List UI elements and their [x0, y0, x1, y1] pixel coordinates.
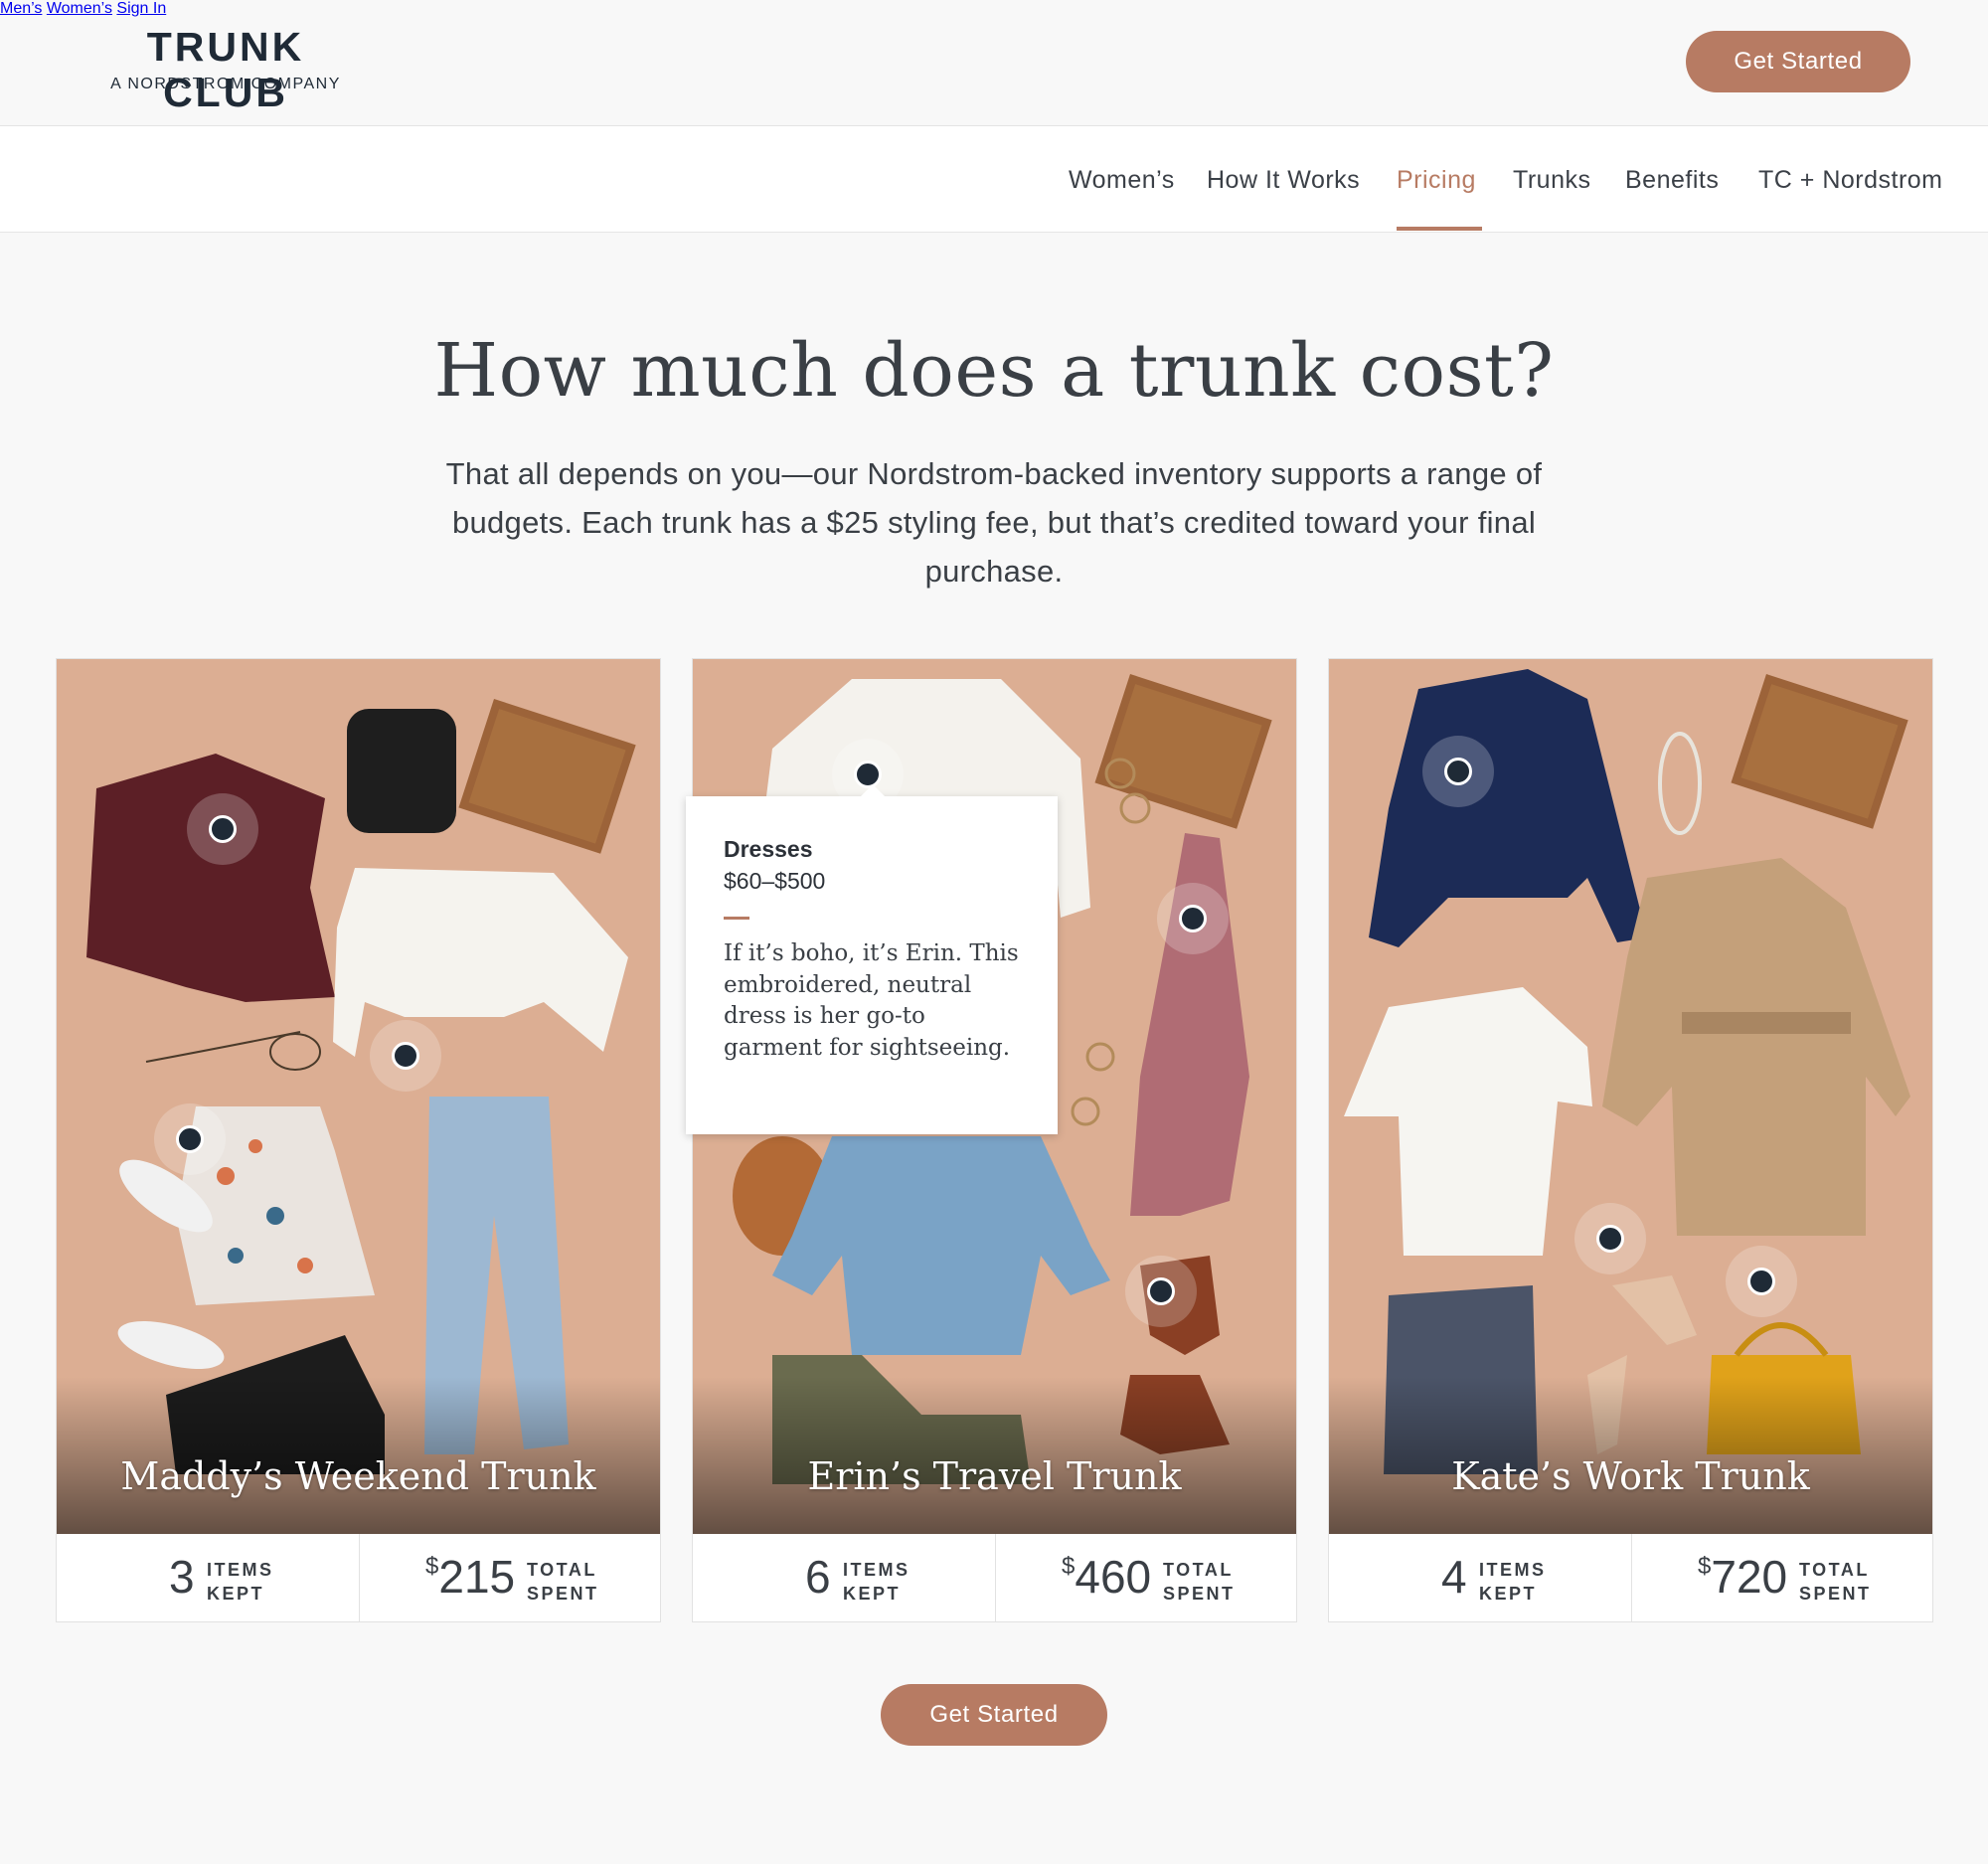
subnav-tc-nordstrom[interactable]: TC + Nordstrom — [1758, 166, 1943, 195]
total-spent-label: TOTAL SPENT — [1799, 1560, 1872, 1604]
total-spent-label: TOTAL SPENT — [527, 1560, 599, 1604]
nav-mens-link[interactable]: Men’s — [0, 0, 42, 17]
tooltip-divider — [724, 917, 749, 920]
hotspot-sneakers[interactable] — [154, 1103, 226, 1175]
tooltip-description: If it’s boho, it’s Erin. This embroidere… — [724, 940, 1019, 1061]
items-kept-stat: 4 ITEMS KEPT — [1329, 1534, 1630, 1621]
total-spent-stat: $460 TOTAL SPENT — [995, 1534, 1297, 1621]
tooltip-arrow — [861, 784, 885, 796]
subnav-how-it-works[interactable]: How It Works — [1207, 166, 1360, 195]
logo-wordmark: TRUNK CLUB — [146, 24, 305, 115]
trunk-card-kate[interactable]: Kate’s Work Trunk 4 ITEMS KEPT $720 TOTAL… — [1328, 658, 1933, 1622]
subnav-trunks[interactable]: Trunks — [1513, 166, 1590, 195]
hotspot-heels[interactable] — [1574, 1203, 1646, 1274]
get-started-button-bottom[interactable]: Get Started — [881, 1684, 1107, 1746]
tooltip-category: Dresses — [724, 836, 813, 862]
items-kept-count: 4 — [1441, 1551, 1467, 1603]
hotspot-blazer[interactable] — [1422, 736, 1494, 807]
hotspot-handbag[interactable] — [1726, 1246, 1797, 1317]
logo-tagline: A NORDSTROM COMPANY — [110, 76, 341, 92]
trunk-stats: 4 ITEMS KEPT $720 TOTAL SPENT — [1329, 1534, 1932, 1621]
total-spent-label: TOTAL SPENT — [1163, 1560, 1236, 1604]
total-spent-stat: $720 TOTAL SPENT — [1631, 1534, 1933, 1621]
total-spent-amount: $215 — [425, 1551, 516, 1603]
trunk-card-maddy[interactable]: Maddy’s Weekend Trunk 3 ITEMS KEPT $215 T… — [56, 658, 661, 1622]
trunk-club-logo[interactable]: TRUNK CLUB A NORDSTROM COMPANY — [78, 24, 374, 115]
intro-paragraph: That all depends on you—our Nordstrom-ba… — [445, 456, 1543, 589]
items-kept-count: 3 — [169, 1551, 195, 1603]
subnav-benefits[interactable]: Benefits — [1625, 166, 1719, 195]
card-title: Erin’s Travel Trunk — [807, 1454, 1182, 1498]
item-tooltip: Dresses $60–$500 If it’s boho, it’s Erin… — [686, 784, 1058, 1134]
get-started-button-header[interactable]: Get Started — [1686, 31, 1910, 92]
sign-in-link[interactable]: Sign In — [116, 0, 166, 17]
subnav-pricing[interactable]: Pricing — [1397, 166, 1476, 195]
trunk-stats: 3 ITEMS KEPT $215 TOTAL SPENT — [57, 1534, 660, 1621]
items-kept-stat: 6 ITEMS KEPT — [693, 1534, 994, 1621]
total-spent-amount: $460 — [1062, 1551, 1152, 1603]
hotspot-jacket[interactable] — [187, 793, 258, 865]
items-kept-label: ITEMS KEPT — [843, 1560, 911, 1604]
items-kept-stat: 3 ITEMS KEPT — [57, 1534, 358, 1621]
trunk-stats: 6 ITEMS KEPT $460 TOTAL SPENT — [693, 1534, 1296, 1621]
items-kept-label: ITEMS KEPT — [207, 1560, 274, 1604]
items-kept-label: ITEMS KEPT — [1479, 1560, 1547, 1604]
nav-womens-link[interactable]: Women’s — [47, 0, 112, 17]
maddy-trunk-photo — [57, 659, 660, 1534]
items-kept-count: 6 — [805, 1551, 831, 1603]
page-title: How much does a trunk cost? — [433, 328, 1555, 414]
section-nav: Women’s How It Works Pricing Trunks Bene… — [0, 126, 1988, 233]
top-header: TRUNK CLUB A NORDSTROM COMPANY Men’s Wom… — [0, 0, 1988, 126]
hotspot-boots[interactable] — [1125, 1256, 1197, 1327]
card-title: Maddy’s Weekend Trunk — [120, 1454, 596, 1498]
subnav-womens[interactable]: Women’s — [1069, 166, 1175, 195]
active-tab-indicator — [1397, 227, 1482, 231]
hotspot-jeans[interactable] — [370, 1020, 441, 1092]
tooltip-price-range: $60–$500 — [724, 868, 826, 894]
card-title: Kate’s Work Trunk — [1451, 1454, 1810, 1498]
total-spent-stat: $215 TOTAL SPENT — [359, 1534, 661, 1621]
hotspot-scarf[interactable] — [1157, 883, 1229, 954]
kate-trunk-photo — [1329, 659, 1932, 1534]
total-spent-amount: $720 — [1698, 1551, 1788, 1603]
